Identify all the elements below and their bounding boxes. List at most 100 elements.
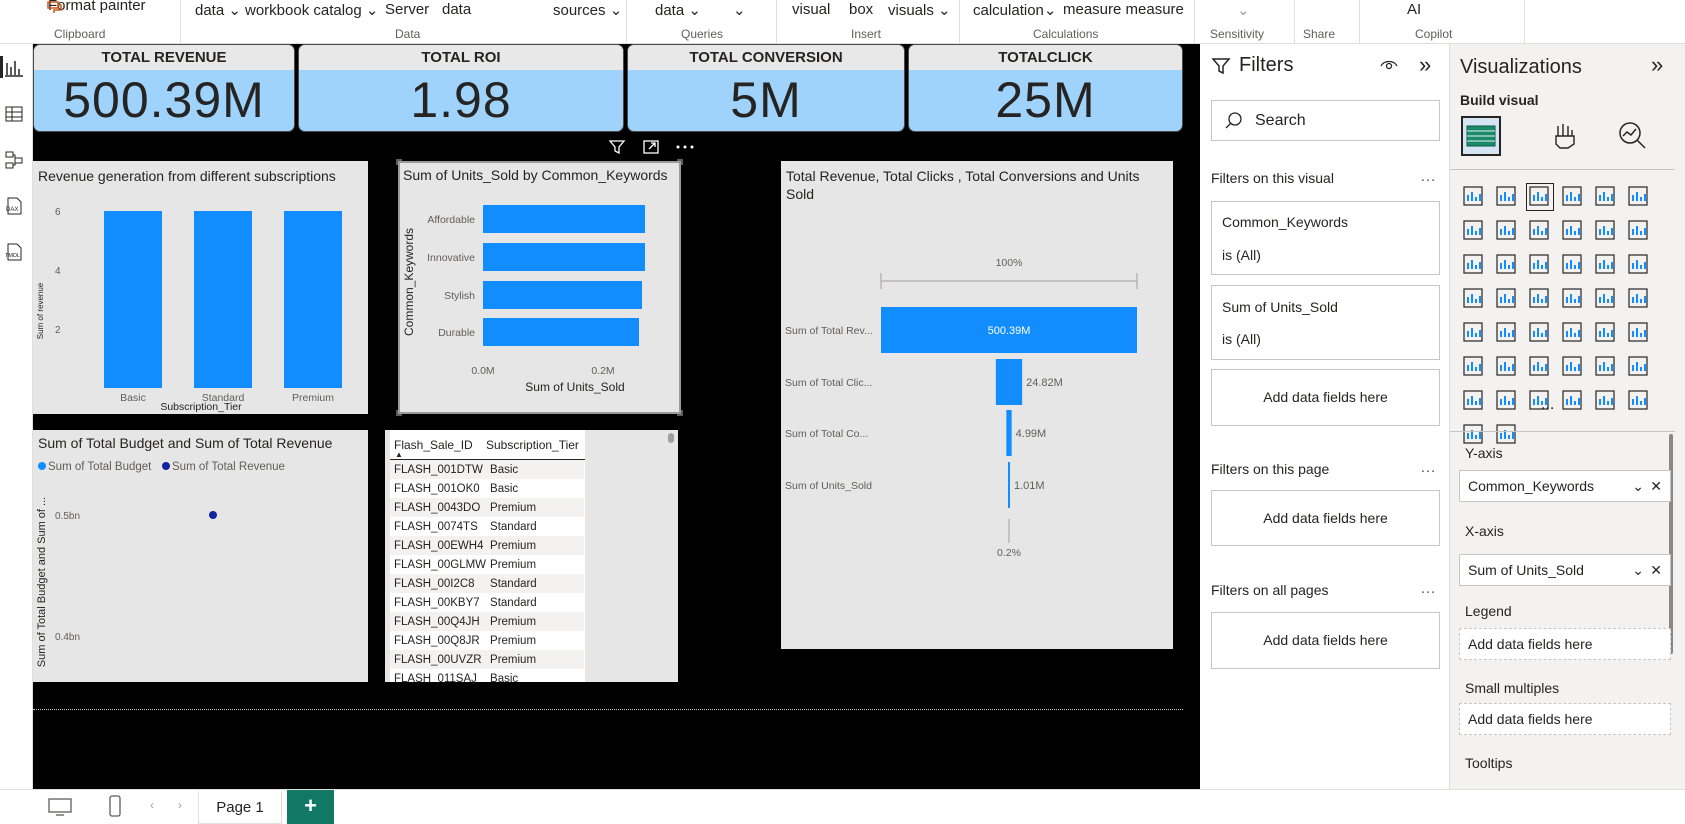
more-visuals-button[interactable]: visuals ⌄ xyxy=(888,1,951,19)
report-view-icon[interactable] xyxy=(4,58,24,78)
kpi-card-total-revenue[interactable]: TOTAL REVENUE 500.39M xyxy=(33,44,295,132)
button-slicer-icon[interactable] xyxy=(1560,388,1586,414)
power-apps-icon[interactable] xyxy=(1461,388,1487,414)
column-header[interactable]: Flash_Sale_ID xyxy=(394,438,473,452)
x-axis-field-well[interactable]: Sum of Units_Sold ⌄ ✕ xyxy=(1459,554,1671,586)
pie-chart-icon[interactable] xyxy=(1593,252,1619,278)
collapse-visualizations-icon[interactable]: » xyxy=(1651,52,1663,78)
table-row[interactable]: FLASH_001DTW Basic xyxy=(390,460,585,479)
waterfall-chart-icon[interactable] xyxy=(1494,252,1520,278)
list-slicer-icon[interactable] xyxy=(1593,388,1619,414)
stacked-column-chart-icon[interactable] xyxy=(1494,184,1520,210)
kpi-icon[interactable] xyxy=(1494,320,1520,346)
chevron-down-icon[interactable]: ⌄ xyxy=(1632,471,1644,501)
more-options-icon[interactable]: … xyxy=(1420,580,1437,598)
new-visual-button[interactable]: visual xyxy=(792,1,830,18)
get-data-button[interactable]: data ⌄ xyxy=(195,1,241,19)
kpi-card-total-click[interactable]: TOTALCLICK 25M xyxy=(908,44,1183,132)
y-axis-field-well[interactable]: Common_Keywords ⌄ ✕ xyxy=(1459,470,1671,502)
azure-map-icon[interactable] xyxy=(1560,286,1586,312)
clustered-column-chart-icon[interactable] xyxy=(1560,184,1586,210)
add-page-filter-field[interactable]: Add data fields here xyxy=(1211,490,1440,546)
matrix-icon[interactable] xyxy=(1593,320,1619,346)
gauge-icon[interactable] xyxy=(1593,286,1619,312)
resize-handle[interactable] xyxy=(677,410,683,416)
python-visual-icon[interactable] xyxy=(1461,354,1487,380)
table-row[interactable]: FLASH_001OK0 Basic xyxy=(390,479,585,498)
multi-row-card-icon[interactable] xyxy=(1461,320,1487,346)
revenue-subscription-chart[interactable]: Revenue generation from different subscr… xyxy=(33,161,368,414)
100-stacked-bar-chart-icon[interactable] xyxy=(1593,184,1619,210)
transform-data-button[interactable]: data ⌄ xyxy=(655,1,701,19)
table-row[interactable]: FLASH_00Q4JH Premium xyxy=(390,612,585,631)
table-row[interactable]: FLASH_011SAJ Basic xyxy=(390,669,585,682)
qa-icon[interactable] xyxy=(1560,354,1586,380)
pane-scrollbar[interactable] xyxy=(1669,434,1673,654)
page-tab-1[interactable]: Page 1 xyxy=(198,790,282,824)
table-row[interactable]: FLASH_00EWH4 Premium xyxy=(390,536,585,555)
card-icon[interactable] xyxy=(1626,286,1652,312)
kpi-card-total-conversion[interactable]: TOTAL CONVERSION 5M xyxy=(627,44,905,132)
line-stacked-column-icon[interactable] xyxy=(1593,218,1619,244)
line-clustered-column-icon[interactable] xyxy=(1626,218,1652,244)
funnel-chart-icon[interactable] xyxy=(1527,252,1553,278)
table-view-icon[interactable] xyxy=(4,104,24,124)
paginated-report-icon[interactable] xyxy=(1626,354,1652,380)
line-chart-icon[interactable] xyxy=(1461,218,1487,244)
copilot-button[interactable]: AI xyxy=(1407,1,1421,18)
mobile-layout-icon[interactable] xyxy=(109,795,121,817)
filter-search-input[interactable]: Search xyxy=(1211,100,1440,141)
excel-workbook-button[interactable]: workbook catalog ⌄ xyxy=(245,1,378,19)
key-influencers-icon[interactable] xyxy=(1494,354,1520,380)
azure-map-slicer-icon[interactable] xyxy=(1626,388,1652,414)
kpi-card-total-roi[interactable]: TOTAL ROI 1.98 xyxy=(298,44,624,132)
table-row[interactable]: FLASH_0074TS Standard xyxy=(390,517,585,536)
build-visual-tab[interactable] xyxy=(1461,116,1501,156)
budget-revenue-scatter[interactable]: Sum of Total Budget and Sum of Total Rev… xyxy=(33,430,368,682)
table-row[interactable]: FLASH_00UVZR Premium xyxy=(390,650,585,669)
model-view-icon[interactable] xyxy=(4,150,24,170)
collapse-filters-icon[interactable]: » xyxy=(1419,52,1431,78)
report-canvas[interactable]: TOTAL REVENUE 500.39M TOTAL ROI 1.98 TOT… xyxy=(33,44,1200,789)
recent-sources-button[interactable]: sources ⌄ xyxy=(553,1,622,19)
100-stacked-column-chart-icon[interactable] xyxy=(1626,184,1652,210)
sql-server-button[interactable]: Server xyxy=(385,1,429,18)
stacked-bar-chart-icon[interactable] xyxy=(1461,184,1487,210)
add-page-button[interactable]: + xyxy=(287,790,334,824)
table-row[interactable]: FLASH_00GLMW Premium xyxy=(390,555,585,574)
text-box-button[interactable]: box xyxy=(849,1,873,18)
slicer-icon[interactable] xyxy=(1527,320,1553,346)
filled-map-icon[interactable] xyxy=(1527,286,1553,312)
analytics-icon[interactable] xyxy=(1617,120,1647,150)
close-icon[interactable]: ✕ xyxy=(1650,471,1662,501)
smart-narrative-icon[interactable] xyxy=(1593,354,1619,380)
small-multiples-field-well[interactable]: Add data fields here xyxy=(1459,703,1671,735)
dax-query-icon[interactable]: DAX xyxy=(4,196,24,216)
more-options-icon[interactable]: … xyxy=(1420,459,1437,477)
next-page-icon[interactable]: › xyxy=(178,798,182,812)
filter-icon[interactable] xyxy=(608,138,626,156)
new-card-icon[interactable] xyxy=(1494,388,1520,414)
filter-card-common-keywords[interactable]: Common_Keywords is (All) xyxy=(1211,201,1440,275)
r-visual-icon[interactable] xyxy=(1626,320,1652,346)
more-options-icon[interactable] xyxy=(674,138,696,156)
focus-mode-icon[interactable] xyxy=(642,138,660,156)
previous-page-icon[interactable]: ‹ xyxy=(150,798,154,812)
table-scrollbar[interactable] xyxy=(668,433,674,443)
flash-sale-table[interactable]: Flash_Sale_ID ▲ Subscription_Tier FLASH_… xyxy=(385,430,678,682)
treemap-icon[interactable] xyxy=(1461,286,1487,312)
resize-handle[interactable] xyxy=(677,159,683,165)
table-icon[interactable] xyxy=(1560,320,1586,346)
clustered-bar-chart-icon[interactable] xyxy=(1526,183,1554,211)
tmdl-view-icon[interactable]: TMDL xyxy=(4,242,24,262)
enter-data-button[interactable]: data xyxy=(442,1,471,18)
chevron-down-icon[interactable]: ⌄ xyxy=(1632,555,1644,585)
table-row[interactable]: FLASH_00Q8JR Premium xyxy=(390,631,585,650)
table-row[interactable]: FLASH_00I2C8 Standard xyxy=(390,574,585,593)
stacked-area-chart-icon[interactable] xyxy=(1527,218,1553,244)
decomposition-tree-icon[interactable] xyxy=(1527,354,1553,380)
filter-card-units-sold[interactable]: Sum of Units_Sold is (All) xyxy=(1211,285,1440,360)
quick-measure-button[interactable]: measure measure xyxy=(1063,1,1184,18)
100-stacked-area-chart-icon[interactable] xyxy=(1560,218,1586,244)
column-header[interactable]: Subscription_Tier xyxy=(486,438,579,452)
